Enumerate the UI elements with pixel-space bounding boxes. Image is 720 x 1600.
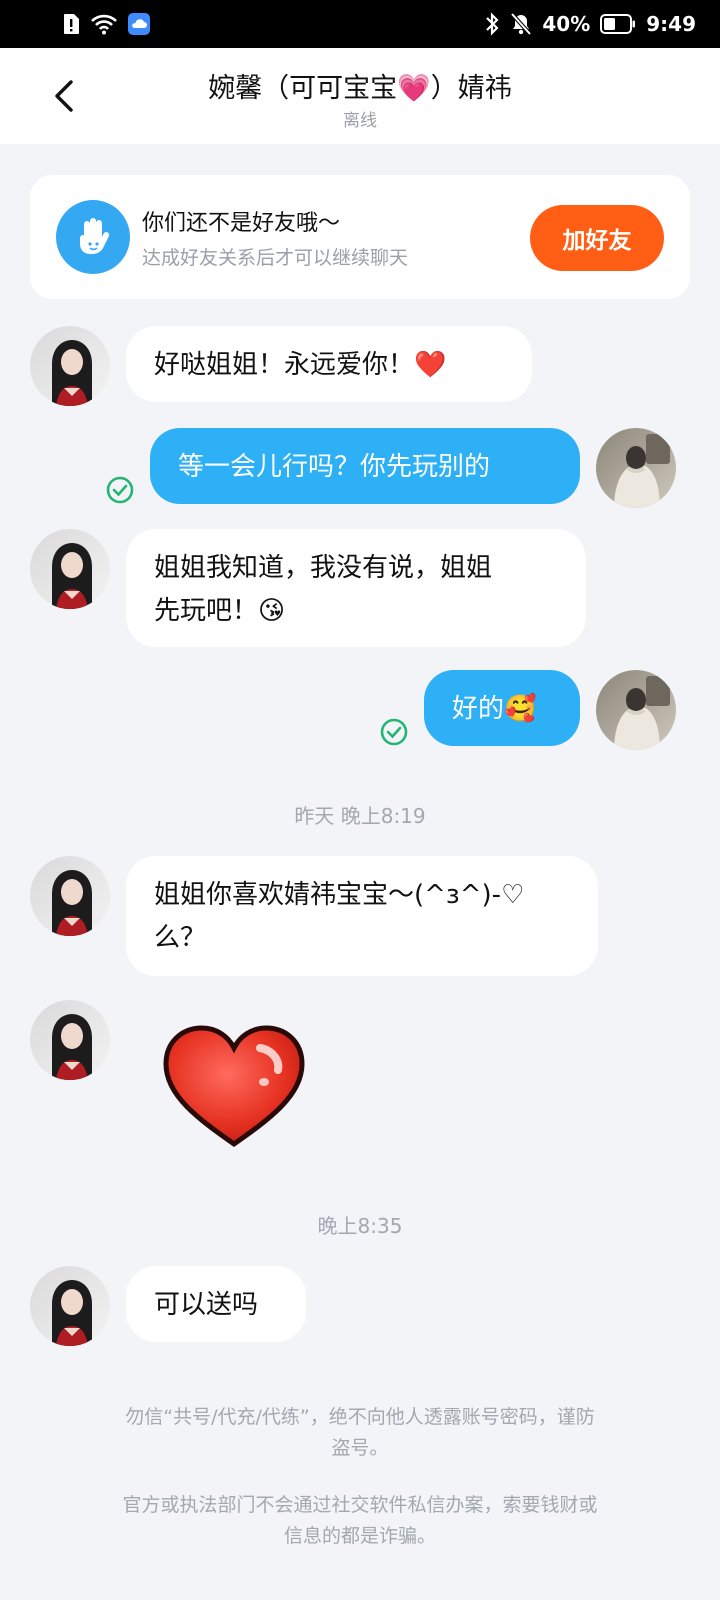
add-friend-button[interactable]: 加好友 bbox=[530, 205, 664, 271]
my-avatar[interactable] bbox=[596, 670, 676, 750]
status-bar: 40% 9:49 bbox=[0, 0, 720, 48]
message-timestamp: 晚上8:35 bbox=[317, 1214, 403, 1238]
banner-title: 你们还不是好友哦～ bbox=[142, 211, 341, 236]
message-timestamp: 昨天 晚上8:19 bbox=[294, 804, 426, 828]
hand-icon bbox=[56, 200, 130, 274]
message-bubble-incoming[interactable]: 可以送吗 bbox=[126, 1266, 306, 1342]
message-text: 等一会儿行吗？你先玩别的 bbox=[178, 452, 491, 482]
security-notice: 勿信“共号/代充/代练”，绝不向他人透露账号密码，谨防 盗号。 bbox=[50, 1402, 670, 1464]
heart-sticker[interactable] bbox=[160, 1020, 308, 1152]
status-right: 40% 9:49 bbox=[484, 12, 696, 36]
message-text-line: 先玩吧！😘 bbox=[154, 596, 286, 626]
mute-bell-icon bbox=[510, 12, 532, 36]
not-friends-banner: 你们还不是好友哦～ 达成好友关系后才可以继续聊天 加好友 bbox=[30, 175, 690, 299]
read-check-icon bbox=[106, 476, 134, 504]
my-avatar[interactable] bbox=[596, 428, 676, 508]
message-bubble-outgoing[interactable]: 等一会儿行吗？你先玩别的 bbox=[150, 428, 580, 504]
message-text: 可以送吗 bbox=[154, 1290, 259, 1320]
message-text: 好哒姐姐！永远爱你！❤️ bbox=[154, 350, 447, 380]
fraud-notice: 官方或执法部门不会通过社交软件私信办案，索要钱财或 信息的都是诈骗。 bbox=[50, 1490, 670, 1552]
notice-line: 盗号。 bbox=[331, 1437, 389, 1459]
cloud-icon bbox=[128, 13, 150, 35]
contact-avatar[interactable] bbox=[30, 856, 110, 936]
read-check-icon bbox=[380, 718, 408, 746]
notice-line: 勿信“共号/代充/代练”，绝不向他人透露账号密码，谨防 bbox=[125, 1406, 595, 1428]
message-text-line: 姐姐我知道，我没有说，姐姐 bbox=[154, 553, 493, 583]
bluetooth-icon bbox=[484, 12, 500, 36]
wifi-icon bbox=[90, 13, 118, 35]
message-bubble-outgoing[interactable]: 好的🥰 bbox=[424, 670, 580, 746]
banner-subtitle: 达成好友关系后才可以继续聊天 bbox=[142, 247, 409, 269]
message-bubble-incoming[interactable]: 姐姐你喜欢婧祎宝宝～(^з^)-♡ 么？ bbox=[126, 856, 598, 976]
message-text-line: 姐姐你喜欢婧祎宝宝～(^з^)-♡ bbox=[154, 880, 525, 910]
status-left bbox=[62, 13, 150, 35]
battery-icon bbox=[600, 14, 636, 34]
clock: 9:49 bbox=[646, 12, 696, 36]
contact-avatar[interactable] bbox=[30, 1000, 110, 1080]
message-bubble-incoming[interactable]: 姐姐我知道，我没有说，姐姐 先玩吧！😘 bbox=[126, 529, 586, 647]
contact-avatar[interactable] bbox=[30, 326, 110, 406]
sim-alert-icon bbox=[62, 13, 80, 35]
message-text: 好的🥰 bbox=[452, 694, 537, 724]
contact-avatar[interactable] bbox=[30, 1266, 110, 1346]
chat-header: 婉馨（可可宝宝💗）婧祎 离线 bbox=[0, 48, 720, 144]
notice-line: 信息的都是诈骗。 bbox=[283, 1525, 436, 1547]
contact-avatar[interactable] bbox=[30, 529, 110, 609]
notice-line: 官方或执法部门不会通过社交软件私信办案，索要钱财或 bbox=[122, 1494, 598, 1516]
message-bubble-incoming[interactable]: 好哒姐姐！永远爱你！❤️ bbox=[126, 326, 532, 402]
online-status: 离线 bbox=[343, 111, 377, 131]
battery-percent: 40% bbox=[542, 12, 591, 36]
contact-name: 婉馨（可可宝宝💗）婧祎 bbox=[208, 73, 512, 104]
message-text-line: 么？ bbox=[154, 923, 207, 953]
